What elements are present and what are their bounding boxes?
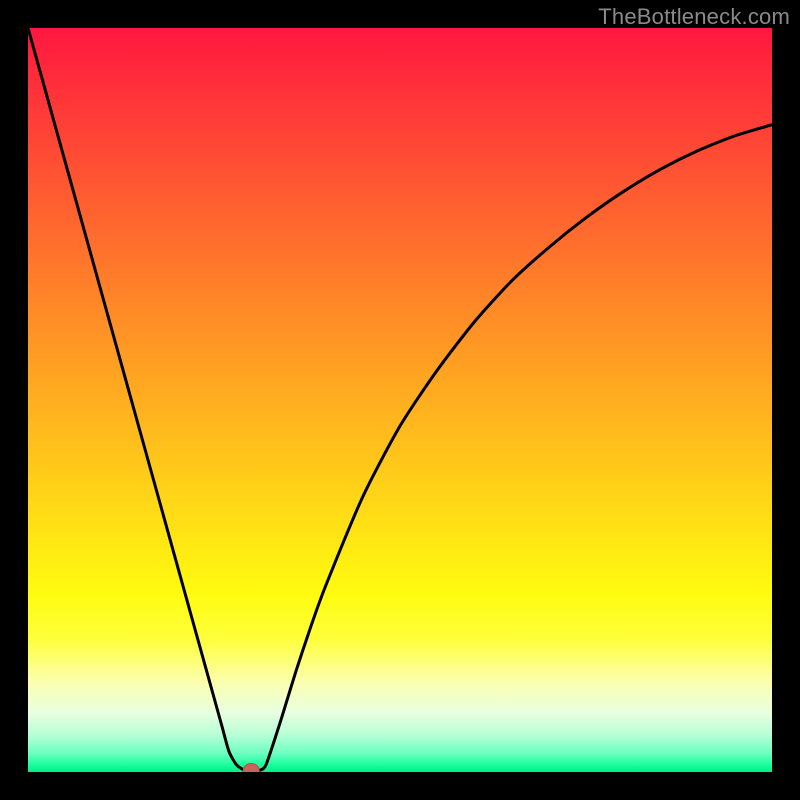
plot-area: [28, 28, 772, 772]
watermark-text: TheBottleneck.com: [598, 4, 790, 30]
curve-layer: [28, 28, 772, 772]
bottleneck-curve: [28, 28, 772, 771]
chart-frame: TheBottleneck.com: [0, 0, 800, 800]
optimum-marker: [243, 764, 259, 772]
